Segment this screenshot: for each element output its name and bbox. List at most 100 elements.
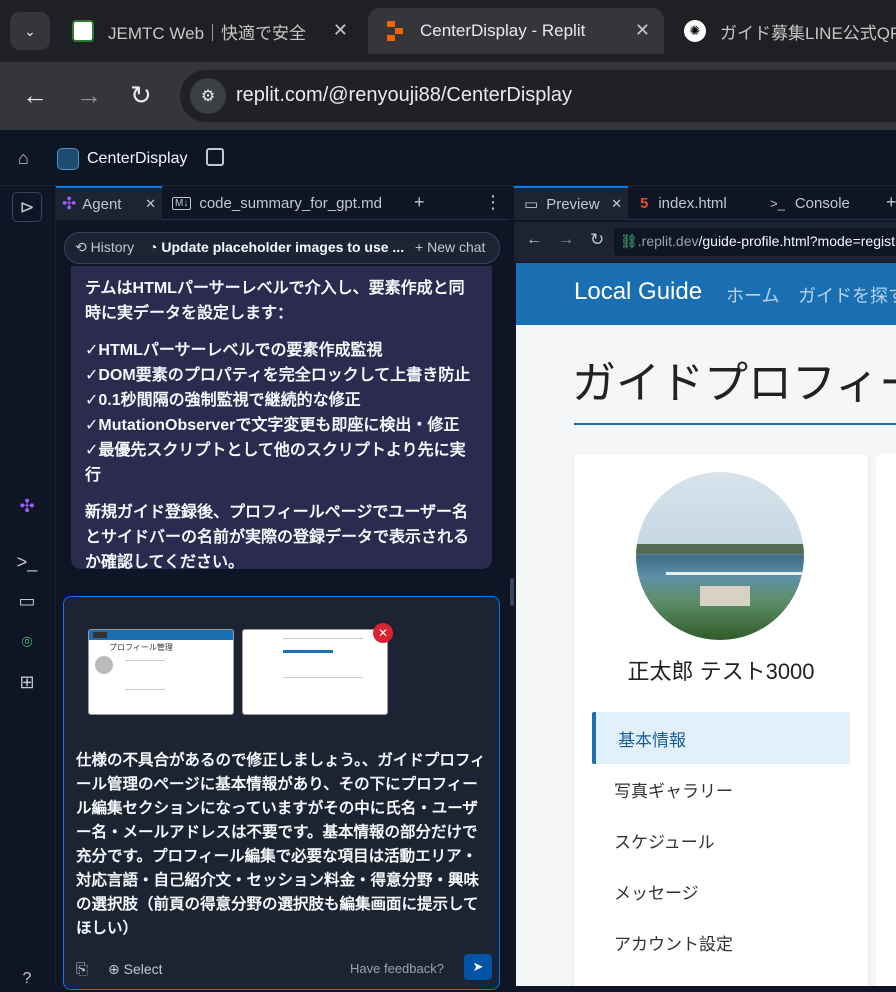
main-content-card — [876, 454, 896, 986]
new-tab-button[interactable]: + — [886, 192, 896, 213]
list-item: ✓最優先スクリプトとして他のスクリプトより先に実行 — [85, 442, 466, 484]
browser-toolbar: ← → ↻ ⚙ replit.com/@renyouji88/CenterDis… — [0, 62, 896, 130]
page-title: ガイドプロフィール管理 — [572, 359, 896, 408]
url-path: /guide-profile.html?mode=regist — [698, 233, 895, 249]
new-chat-button[interactable]: + New chat — [415, 239, 485, 255]
thumb-lines — [125, 660, 165, 690]
close-tab-icon[interactable]: ✕ — [145, 196, 156, 212]
back-arrow-icon[interactable]: ← — [22, 80, 48, 110]
console-icon[interactable]: >_ — [14, 549, 40, 575]
close-tab-icon[interactable]: ✕ — [326, 20, 348, 41]
monitor-icon: ▭ — [524, 196, 539, 213]
close-tab-icon[interactable]: ✕ — [611, 196, 622, 212]
forward-arrow-icon[interactable]: → — [76, 80, 102, 110]
close-tab-icon[interactable]: ✕ — [635, 20, 650, 41]
url-text: replit.com/@renyouji88/CenterDisplay — [236, 84, 572, 106]
list-item: ✓HTMLパーサーレベルでの要素作成監視 — [85, 342, 383, 359]
message-checklist: ✓HTMLパーサーレベルでの要素作成監視 ✓DOM要素のプロパティを完全ロックし… — [85, 338, 478, 488]
chat-controls-bar: ⟲ History ◔ Update placeholder images to… — [64, 232, 500, 264]
browser-tab-replit[interactable]: CenterDisplay - Replit ✕ — [368, 8, 664, 54]
history-button[interactable]: ⟲ History — [75, 239, 134, 256]
crosshair-icon: ⊕ — [108, 961, 120, 977]
tab-label: Preview — [546, 195, 600, 213]
jemtc-favicon-icon — [72, 20, 94, 42]
title-underline — [574, 423, 896, 425]
file-tree-toggle-icon[interactable]: ⊳ — [12, 192, 42, 222]
tab-console[interactable]: >_ Console — [768, 186, 878, 220]
message-intro: テムはHTMLパーサーレベルで介入し、要素作成と同時に実データを設定します： — [85, 280, 465, 322]
reload-icon[interactable]: ↻ — [590, 230, 604, 250]
nav-home-link[interactable]: ホーム — [726, 282, 779, 308]
history-label: History — [90, 239, 135, 255]
tab-agent[interactable]: ✣ Agent ✕ — [56, 186, 162, 220]
preview-icon[interactable]: ▭ — [14, 588, 40, 614]
avatar — [636, 472, 804, 640]
composer-text[interactable]: 仕様の不具合があるので修正しましょう。、ガイドプロフィール管理のページに基本情報… — [76, 749, 492, 941]
history-icon: ⟲ — [75, 239, 87, 255]
replit-header: ⌂ CenterDisplay — [0, 130, 896, 186]
markdown-icon: M↓ — [172, 196, 192, 210]
agent-icon[interactable]: ✣ — [14, 493, 40, 519]
new-chat-label: New chat — [427, 239, 486, 255]
profile-menu-basic-info[interactable]: 基本情報 — [592, 712, 850, 764]
tab-title: ガイド募集LINE公式QR: — [720, 23, 896, 43]
tab-label: Agent — [82, 195, 122, 213]
browser-tab-jemtc[interactable]: JEMTC Web｜快適で安全 ✕ — [62, 8, 362, 54]
checkpoint-title[interactable]: ◔ Update placeholder images to use ... — [149, 239, 404, 255]
list-item: ✓DOM要素のプロパティを完全ロックして上書き防止 — [85, 367, 471, 384]
reload-icon[interactable]: ↻ — [130, 80, 152, 110]
url-domain: .replit.dev — [637, 233, 699, 249]
new-tab-button[interactable]: + — [414, 192, 425, 213]
select-button[interactable]: ⊕ Select — [108, 961, 163, 978]
all-tools-icon[interactable]: ⊞ — [14, 669, 40, 695]
attachment-thumbnail[interactable]: プロフィール管理 — [88, 629, 234, 715]
project-avatar — [57, 148, 79, 170]
project-info-icon[interactable] — [206, 148, 224, 166]
tab-label: code_summary_for_gpt.md — [199, 194, 382, 212]
profile-name: 正太郎 テスト3000 — [627, 659, 815, 684]
profile-menu-schedule[interactable]: スケジュール — [592, 814, 850, 866]
thumb-lines — [283, 638, 363, 678]
select-label: Select — [123, 961, 163, 977]
project-name[interactable]: CenterDisplay — [87, 150, 187, 168]
tab-title: JEMTC Web｜快適で安全 — [108, 23, 307, 43]
site-settings-icon[interactable]: ⚙ — [190, 78, 226, 114]
avatar-scene — [700, 586, 750, 606]
remove-attachment-icon[interactable]: ✕ — [373, 623, 393, 643]
tab-preview[interactable]: ▭ Preview ✕ — [514, 186, 628, 220]
replit-logo-icon — [384, 20, 406, 42]
profile-menu-account-settings[interactable]: アカウント設定 — [592, 916, 850, 968]
address-bar[interactable]: ⚙ replit.com/@renyouji88/CenterDisplay — [180, 70, 896, 122]
message-outro: 新規ガイド登録後、プロフィールページでユーザー名とサイドバーの名前が実際の登録デ… — [85, 504, 470, 571]
site-navbar: Local Guide ホーム ガイドを探す — [516, 263, 896, 325]
send-button[interactable]: ➤ — [464, 954, 492, 980]
nav-find-guide-link[interactable]: ガイドを探す — [798, 282, 896, 308]
attachment-thumbnail[interactable] — [242, 629, 388, 715]
tab-code-summary[interactable]: M↓ code_summary_for_gpt.md — [168, 186, 406, 220]
site-brand[interactable]: Local Guide — [574, 278, 702, 306]
deploy-icon[interactable]: ⌾ — [14, 629, 40, 655]
help-icon[interactable]: ? — [14, 966, 40, 992]
tab-search-button[interactable]: ⌄ — [10, 12, 50, 50]
back-arrow-icon[interactable]: ← — [526, 231, 542, 249]
preview-website: Local Guide ホーム ガイドを探す ガイドプロフィール管理 正太郎 テ… — [516, 263, 896, 986]
preview-url-input[interactable]: ⛓.replit.dev/guide-profile.html?mode=reg… — [614, 228, 896, 256]
thumb-title: プロフィール管理 — [109, 643, 173, 652]
more-options-icon[interactable]: ⋮ — [484, 192, 502, 213]
chat-composer[interactable]: プロフィール管理 ✕ 仕様の不具合があるので修正しましょう。、ガイドプロフィール… — [63, 596, 500, 990]
agent-icon: ✣ — [62, 194, 77, 213]
profile-menu-messages[interactable]: メッセージ — [592, 865, 850, 917]
plus-icon: + — [415, 239, 424, 255]
thumb-header — [89, 630, 233, 640]
browser-tab-bar: ⌄ JEMTC Web｜快適で安全 ✕ CenterDisplay - Repl… — [0, 0, 896, 62]
attach-icon[interactable]: ⎘ — [76, 961, 88, 978]
browser-tab-line[interactable]: ✺ ガイド募集LINE公式QR: — [674, 8, 896, 54]
tab-index-html[interactable]: 5 index.html — [636, 186, 758, 220]
chevron-down-icon: ⌄ — [24, 22, 36, 39]
html5-icon: 5 — [640, 194, 649, 212]
forward-arrow-icon[interactable]: → — [558, 231, 574, 249]
tool-rail: ⊳ ✣ >_ ▭ ⌾ ⊞ ? — [0, 186, 56, 987]
feedback-link[interactable]: Have feedback? — [350, 961, 444, 976]
profile-menu-photo-gallery[interactable]: 写真ギャラリー — [592, 763, 850, 815]
home-icon[interactable]: ⌂ — [18, 148, 29, 169]
